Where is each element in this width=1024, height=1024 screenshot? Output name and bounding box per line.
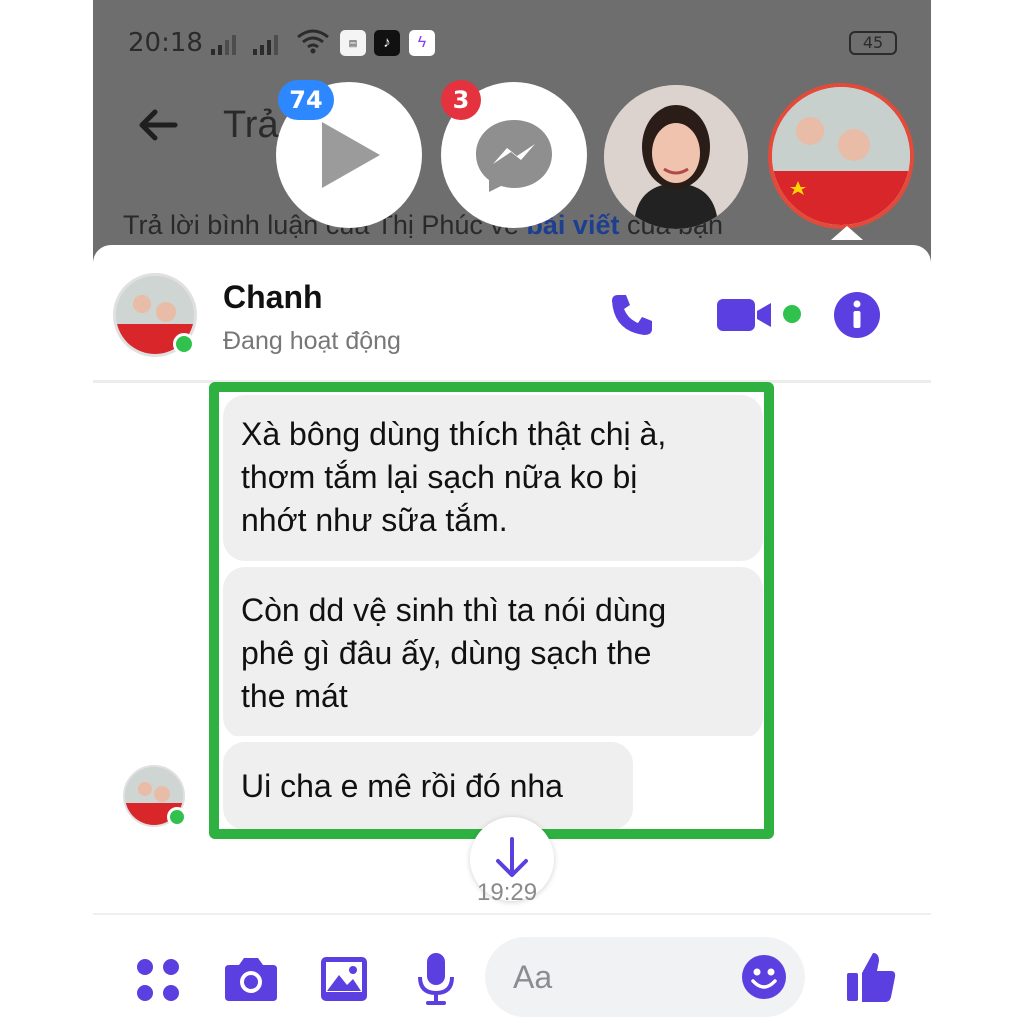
phone-call-icon[interactable] — [608, 289, 658, 339]
thumbs-up-icon[interactable] — [845, 949, 897, 1005]
image-icon[interactable] — [319, 955, 369, 1003]
highlight-box — [209, 382, 774, 839]
message-input[interactable]: Aa — [485, 937, 805, 1017]
contact-portrait-icon — [604, 85, 748, 229]
info-icon[interactable] — [833, 291, 881, 339]
online-indicator — [173, 333, 195, 355]
news-app-icon: ▤ — [340, 30, 366, 56]
video-call-icon[interactable] — [715, 295, 777, 335]
back-arrow-icon[interactable] — [133, 100, 183, 150]
contact-name[interactable]: Chanh — [223, 279, 323, 316]
video-count-badge: 74 — [278, 80, 334, 120]
contact-portrait-icon — [772, 87, 910, 225]
camera-icon[interactable] — [223, 953, 279, 1003]
contact-status: Đang hoạt động — [223, 327, 401, 355]
messenger-count-badge: 3 — [441, 80, 481, 120]
tiktok-icon: ♪ — [374, 30, 400, 56]
chat-head-contact-photo[interactable] — [604, 85, 748, 229]
wifi-icon — [297, 29, 329, 54]
status-time: 20:18 — [128, 28, 203, 58]
chat-head-pointer — [831, 226, 863, 240]
input-placeholder: Aa — [513, 959, 553, 995]
message-timestamp: 19:29 — [477, 879, 538, 906]
emoji-icon[interactable] — [740, 953, 788, 1001]
menu-dots-icon[interactable] — [133, 955, 183, 1005]
status-bar: 20:18 ▤ ♪ ϟ 45 — [93, 0, 931, 84]
chat-head-active-contact[interactable] — [768, 83, 914, 229]
video-active-indicator — [783, 305, 801, 323]
messenger-icon: ϟ — [409, 30, 435, 56]
online-indicator — [167, 807, 187, 827]
chat-panel: Chanh Đang hoạt động Xà bông dùng thích … — [93, 245, 931, 1024]
battery-indicator: 45 — [849, 31, 897, 55]
page-title: Trả — [223, 104, 279, 146]
microphone-icon[interactable] — [415, 951, 457, 1007]
signal-icon — [211, 33, 239, 55]
signal-icon — [253, 33, 281, 55]
messenger-screen: 20:18 ▤ ♪ ϟ 45 Trả Trả lời bình luận của… — [93, 0, 931, 1024]
composer-divider — [93, 913, 931, 915]
